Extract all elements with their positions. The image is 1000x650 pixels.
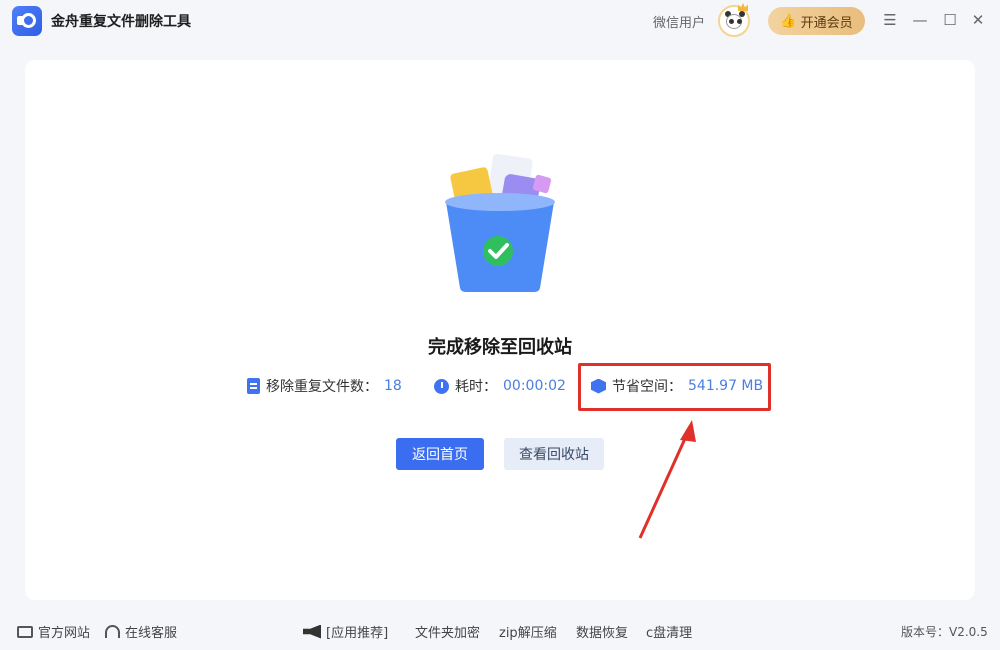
online-service-label: 在线客服: [125, 626, 178, 641]
footer-app-c-drive-clean[interactable]: c盘清理: [646, 622, 692, 641]
maximize-icon[interactable]: ☐: [940, 10, 960, 30]
online-service-link[interactable]: 在线客服: [105, 622, 177, 641]
stat-removed-count: 移除重复文件数： 18: [247, 376, 402, 396]
crown-icon: [738, 3, 748, 11]
stat-value: 00:00:02: [503, 378, 566, 394]
main-panel: [25, 60, 975, 600]
megaphone-icon: [303, 624, 321, 639]
footer-app-folder-encrypt[interactable]: 文件夹加密: [415, 622, 480, 641]
stat-elapsed-time: 耗时： 00:00:02: [434, 376, 566, 396]
footer-app-zip[interactable]: zip解压缩: [499, 622, 557, 641]
minimize-icon[interactable]: —: [910, 10, 930, 30]
vip-label: 开通会员: [800, 15, 853, 31]
app-title: 金舟重复文件删除工具: [51, 14, 191, 30]
annotation-arrow-icon: [638, 420, 696, 539]
vip-button[interactable]: 👍 开通会员: [768, 7, 865, 35]
title-bar: 金舟重复文件删除工具 微信用户 👍 开通会员 ☰ — ☐ ✕: [0, 0, 1000, 42]
version-label: 版本号：V2.0.5: [901, 625, 988, 639]
annotation-highlight-box: [578, 363, 771, 411]
view-recycle-bin-button[interactable]: 查看回收站: [504, 438, 604, 470]
monitor-icon: [17, 625, 33, 638]
official-site-link[interactable]: 官方网站: [17, 622, 90, 641]
stat-label: 耗时：: [455, 379, 497, 395]
footer-app-data-recovery[interactable]: 数据恢复: [576, 622, 628, 641]
user-name[interactable]: 微信用户: [653, 12, 705, 31]
recycle-bin-icon: [445, 153, 555, 292]
recommend-label: [应用推荐]: [326, 626, 389, 641]
back-home-button[interactable]: 返回首页: [396, 438, 484, 470]
app-recommend: [应用推荐]: [303, 622, 388, 641]
result-title: 完成移除至回收站: [428, 337, 572, 358]
thumb-up-icon: 👍: [780, 13, 797, 29]
menu-icon[interactable]: ☰: [880, 10, 900, 30]
headset-icon: [105, 625, 120, 638]
stat-label: 移除重复文件数：: [266, 379, 378, 395]
stat-value: 18: [384, 378, 402, 394]
official-site-label: 官方网站: [38, 626, 91, 641]
app-logo-icon: [12, 6, 42, 36]
close-icon[interactable]: ✕: [968, 10, 988, 30]
document-icon: [247, 378, 260, 394]
timer-icon: [434, 378, 449, 394]
